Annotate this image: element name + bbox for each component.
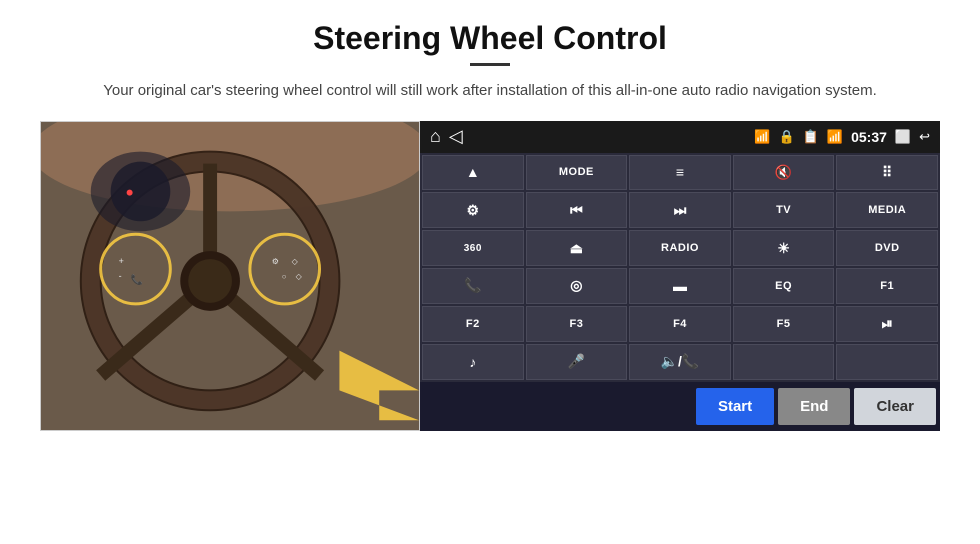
svg-text:○: ○	[282, 271, 287, 280]
page-title: Steering Wheel Control	[313, 20, 667, 57]
btn-gps[interactable]: ◎	[526, 268, 628, 304]
btn-mic[interactable]: 🎤	[526, 344, 628, 380]
screen-icon: ⬜	[895, 129, 911, 145]
back-icon: ↩	[919, 129, 930, 145]
home-icon: ⌂	[430, 126, 441, 147]
svg-text:⚙: ⚙	[272, 257, 279, 266]
btn-eject[interactable]: ⏏	[526, 230, 628, 266]
btn-list[interactable]: ≡	[629, 155, 731, 191]
btn-home[interactable]: ▲	[422, 155, 524, 191]
btn-prev[interactable]: ⏮	[526, 192, 628, 228]
svg-text:📞: 📞	[131, 272, 144, 285]
control-panel: ⌂ ◁ 📶 🔒 📋 📶 05:37 ⬜ ↩ ▲ MODE ≡	[420, 121, 940, 431]
nav-icon: ◁	[449, 126, 463, 147]
svg-text:◇: ◇	[296, 271, 303, 280]
btn-empty2	[836, 344, 938, 380]
btn-playpause[interactable]: ⏯	[836, 306, 938, 342]
start-button[interactable]: Start	[696, 388, 774, 425]
svg-text:●: ●	[126, 183, 134, 199]
sim-icon: 📋	[803, 129, 819, 145]
page-container: Steering Wheel Control Your original car…	[0, 0, 980, 544]
steering-bg: + - 📞 ⚙ ◇ ○ ◇ ●	[41, 122, 419, 430]
content-row: + - 📞 ⚙ ◇ ○ ◇ ●	[40, 121, 940, 431]
svg-text:+: +	[119, 256, 124, 266]
btn-music[interactable]: ♪	[422, 344, 524, 380]
wifi-icon: 📶	[754, 129, 770, 145]
btn-f1[interactable]: F1	[836, 268, 938, 304]
btn-radio[interactable]: RADIO	[629, 230, 731, 266]
panel-time: 05:37	[851, 129, 887, 145]
btn-media[interactable]: MEDIA	[836, 192, 938, 228]
bottom-action-bar: Start End Clear	[420, 382, 940, 431]
topbar-right: 📶 🔒 📋 📶 05:37 ⬜ ↩	[754, 129, 930, 145]
steering-wheel-image: + - 📞 ⚙ ◇ ○ ◇ ●	[40, 121, 420, 431]
btn-empty1	[733, 344, 835, 380]
btn-screen[interactable]: ▬	[629, 268, 731, 304]
btn-f2[interactable]: F2	[422, 306, 524, 342]
btn-f5[interactable]: F5	[733, 306, 835, 342]
btn-dvd[interactable]: DVD	[836, 230, 938, 266]
lock-icon: 🔒	[779, 129, 795, 145]
topbar-left: ⌂ ◁	[430, 126, 463, 147]
btn-f3[interactable]: F3	[526, 306, 628, 342]
btn-settings[interactable]: ⚙	[422, 192, 524, 228]
steering-wheel-svg: + - 📞 ⚙ ◇ ○ ◇ ●	[41, 121, 419, 431]
button-grid: ▲ MODE ≡ 🔇 ⠿ ⚙ ⏮ ⏭ TV MEDIA 360 ⏏ RADIO …	[420, 153, 940, 382]
end-button[interactable]: End	[778, 388, 850, 425]
btn-f4[interactable]: F4	[629, 306, 731, 342]
btn-phone[interactable]: 📞	[422, 268, 524, 304]
svg-text:◇: ◇	[292, 257, 299, 266]
btn-360[interactable]: 360	[422, 230, 524, 266]
btn-next[interactable]: ⏭	[629, 192, 731, 228]
bt-icon: 📶	[827, 129, 843, 145]
btn-eq[interactable]: EQ	[733, 268, 835, 304]
btn-volume[interactable]: 🔈/📞	[629, 344, 731, 380]
btn-apps[interactable]: ⠿	[836, 155, 938, 191]
clear-button[interactable]: Clear	[854, 388, 936, 425]
btn-mute[interactable]: 🔇	[733, 155, 835, 191]
panel-topbar: ⌂ ◁ 📶 🔒 📋 📶 05:37 ⬜ ↩	[420, 121, 940, 153]
page-subtitle: Your original car's steering wheel contr…	[103, 80, 877, 103]
btn-tv[interactable]: TV	[733, 192, 835, 228]
btn-mode[interactable]: MODE	[526, 155, 628, 191]
btn-brightness[interactable]: ☀	[733, 230, 835, 266]
svg-text:-: -	[119, 270, 122, 280]
title-divider	[470, 63, 510, 66]
